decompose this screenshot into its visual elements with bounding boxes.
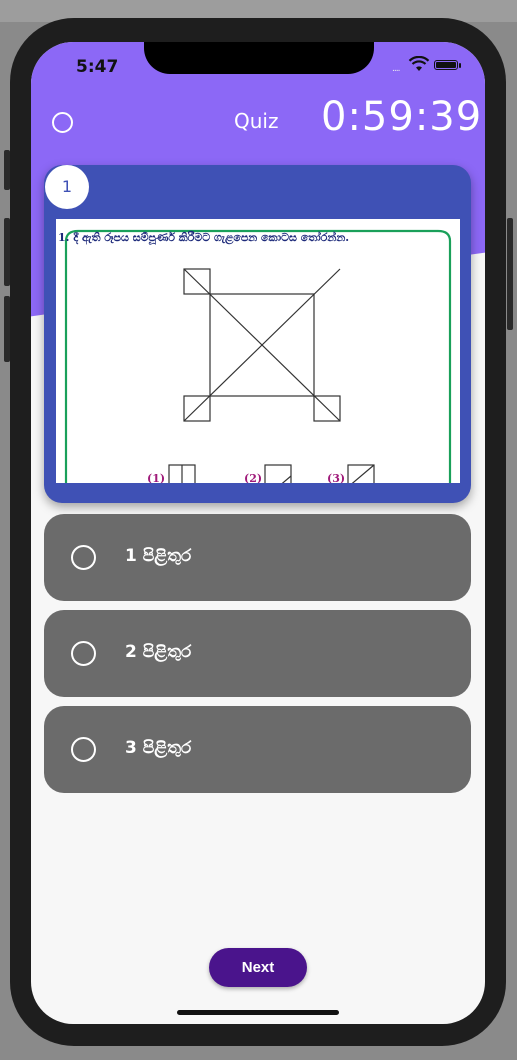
notch bbox=[144, 42, 374, 74]
answer-option-3[interactable]: 3 පිළිතුර bbox=[44, 706, 471, 793]
answer-label: 3 පිළිතුර bbox=[125, 738, 191, 758]
answer-label: 1 පිළිතුර bbox=[125, 546, 191, 566]
answer-number: 2 bbox=[125, 642, 137, 662]
answer-number: 3 bbox=[125, 738, 137, 758]
option-label-1: (1) bbox=[147, 472, 165, 483]
side-button-volume-down bbox=[4, 296, 10, 362]
question-figure: (1) (2) (3) bbox=[64, 229, 452, 483]
answer-text: පිළිතුර bbox=[142, 546, 192, 566]
side-button-mute bbox=[4, 150, 10, 190]
question-number-badge: 1 bbox=[45, 165, 89, 209]
radio-button[interactable] bbox=[71, 737, 96, 762]
radio-button[interactable] bbox=[71, 641, 96, 666]
countdown-timer: 0:59:39 bbox=[321, 94, 483, 140]
answer-text: පිළිතුර bbox=[142, 738, 192, 758]
side-button-volume-up bbox=[4, 218, 10, 286]
question-card: 1 (1) (2) (3) 1. දී ඇති රූපය සම්පූර්ණ කි… bbox=[44, 165, 471, 503]
status-time: 5:47 bbox=[76, 57, 119, 77]
question-image: (1) (2) (3) 1. දී ඇති රූපය සම්පූර්ණ කිරී… bbox=[56, 219, 460, 483]
battery-tip bbox=[459, 63, 461, 68]
side-button-power bbox=[507, 218, 513, 330]
wifi-icon bbox=[408, 56, 430, 71]
battery-icon bbox=[434, 60, 458, 70]
answer-option-2[interactable]: 2 පිළිතුර bbox=[44, 610, 471, 697]
answer-text: පිළිතුර bbox=[142, 642, 192, 662]
radio-button[interactable] bbox=[71, 545, 96, 570]
next-button[interactable]: Next bbox=[209, 948, 307, 987]
signal-icon: .... bbox=[392, 64, 401, 74]
option-label-3: (3) bbox=[327, 472, 345, 483]
option-label-2: (2) bbox=[244, 472, 262, 483]
circle-outline-icon[interactable] bbox=[52, 112, 73, 133]
answer-option-1[interactable]: 1 පිළිතුර bbox=[44, 514, 471, 601]
screen: 5:47 .... Quiz 0:59:39 1 (1) (2) (3) 1. … bbox=[31, 42, 485, 1024]
page-title: Quiz bbox=[234, 109, 279, 133]
answer-label: 2 පිළිතුර bbox=[125, 642, 191, 662]
home-indicator[interactable] bbox=[177, 1010, 339, 1015]
answer-number: 1 bbox=[125, 546, 137, 566]
question-text: 1. දී ඇති රූපය සම්පූර්ණ කිරීමට ගැළපෙන කො… bbox=[58, 231, 350, 244]
